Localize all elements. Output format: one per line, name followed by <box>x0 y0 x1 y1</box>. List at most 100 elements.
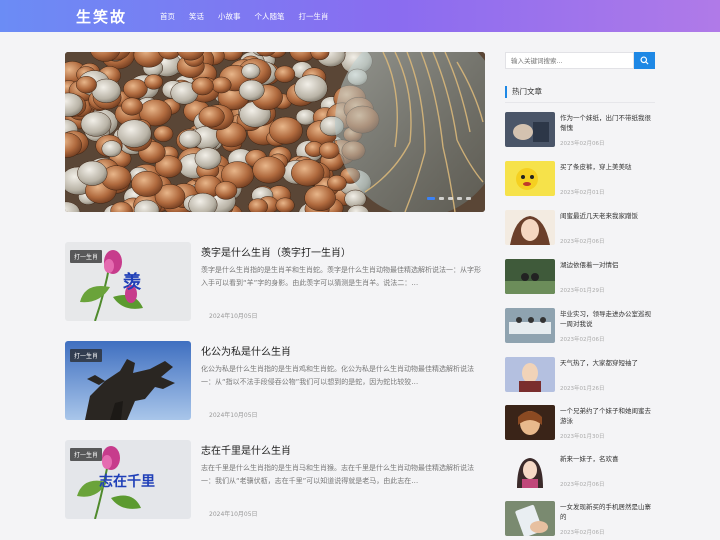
hot-article-date: 2023年02月06日 <box>560 141 605 147</box>
nav-essays[interactable]: 个人随笔 <box>255 11 285 22</box>
hot-article-thumbnail[interactable] <box>505 308 555 343</box>
hot-article-title[interactable]: 买了条皮裤，穿上美美哒 <box>560 162 656 172</box>
hot-articles-heading: 热门文章 <box>505 86 542 98</box>
nav-stories[interactable]: 小故事 <box>218 11 241 22</box>
category-tag[interactable]: 打一生肖 <box>70 250 103 263</box>
coin-shape <box>121 97 143 116</box>
coin-shape <box>144 74 164 90</box>
article-thumbnail[interactable]: 志在千里 打一生肖 <box>65 440 191 519</box>
article-excerpt: 羡字是什么生肖指的是生肖羊和生肖蛇。羡字是什么生肖动物最佳精选解析说法一：从字形… <box>201 266 481 287</box>
coin-shape <box>241 63 261 80</box>
divider <box>505 102 655 103</box>
hot-thumb-image <box>505 112 555 147</box>
hot-article-thumbnail[interactable] <box>505 357 555 392</box>
carousel-dots <box>427 197 471 200</box>
hot-thumb-image <box>505 453 555 488</box>
hot-article-title[interactable]: 一个兄弟约了个妹子和她闺蜜去游泳 <box>560 406 656 426</box>
hot-article-date: 2023年02月01日 <box>560 190 605 196</box>
hot-article-date: 2023年01月30日 <box>560 434 605 440</box>
nav-jokes[interactable]: 笑话 <box>189 11 204 22</box>
coin-shape <box>191 76 214 96</box>
hot-article-title[interactable]: 新来一妹子，名欢喜 <box>560 454 656 464</box>
article-title[interactable]: 志在千里是什么生肖 <box>201 442 291 457</box>
hot-article-title[interactable]: 天气热了，大家都穿短袖了 <box>560 358 656 368</box>
hot-article-thumbnail[interactable] <box>505 210 555 245</box>
coin-shape <box>211 76 232 94</box>
article-item[interactable]: 羡 打一生肖 羡字是什么生肖（羡字打一生肖） 羡字是什么生肖指的是生肖羊和生肖蛇… <box>65 242 485 322</box>
hot-thumb-image <box>505 259 555 294</box>
category-tag[interactable]: 打一生肖 <box>70 349 103 362</box>
hot-article-date: 2023年01月26日 <box>560 386 605 392</box>
coin-shape <box>291 159 325 187</box>
hot-thumb-image <box>505 405 555 440</box>
hot-article-thumbnail[interactable] <box>505 112 555 147</box>
search-button[interactable] <box>634 52 655 69</box>
hot-article-item[interactable]: 湖边依偎着一对情侣 2023年01月29日 <box>505 259 655 295</box>
coin-shape <box>75 76 97 94</box>
hot-article-item[interactable]: 一女发现新买的手机居然是山寨的 2023年02月06日 <box>505 501 655 537</box>
hot-article-item[interactable]: 闺蜜最近几天老来我家蹭饭 2023年02月06日 <box>505 210 655 246</box>
article-item[interactable]: 志在千里 打一生肖 志在千里是什么生肖 志在千里是什么生肖指的是生肖马和生肖猴。… <box>65 440 485 520</box>
coin-shape <box>275 197 295 212</box>
coin-shape <box>178 129 202 149</box>
article-excerpt: 化公为私是什么生肖指的是生肖鸡和生肖蛇。化公为私是什么生肖动物最佳精选解析说法一… <box>201 365 474 386</box>
hot-article-date: 2023年01月29日 <box>560 288 605 294</box>
hot-article-title[interactable]: 闺蜜最近几天老来我家蹭饭 <box>560 211 656 221</box>
article-excerpt: 志在千里是什么生肖指的是生肖马和生肖猴。志在千里是什么生肖动物最佳精选解析说法一… <box>201 464 474 485</box>
hot-article-title[interactable]: 一女发现新买的手机居然是山寨的 <box>560 502 656 522</box>
hot-article-thumbnail[interactable] <box>505 259 555 294</box>
carousel-dot[interactable] <box>466 197 471 200</box>
search-box <box>505 52 655 69</box>
coin-shape <box>101 140 122 158</box>
carousel-dot[interactable] <box>439 197 444 200</box>
hot-article-item[interactable]: 毕业实习，领导走进办公室巡视一周对我说 2023年02月06日 <box>505 308 655 344</box>
hot-article-item[interactable]: 作为一个妹纸，出门不带纸我很惭愧 2023年02月06日 <box>505 112 655 148</box>
hot-article-title[interactable]: 作为一个妹纸，出门不带纸我很惭愧 <box>560 113 656 133</box>
coin-shape <box>214 181 238 200</box>
banner-carousel[interactable] <box>65 52 485 212</box>
coin-shape <box>123 78 148 99</box>
coin-shape <box>274 65 296 83</box>
nav-zodiac[interactable]: 打一生肖 <box>299 11 329 22</box>
coin-shape <box>198 105 225 128</box>
hot-article-item[interactable]: 买了条皮裤，穿上美美哒 2023年02月01日 <box>505 161 655 197</box>
hot-article-item[interactable]: 新来一妹子，名欢喜 2023年02月06日 <box>505 453 655 489</box>
article-item[interactable]: 打一生肖 化公为私是什么生肖 化公为私是什么生肖指的是生肖鸡和生肖蛇。化公为私是… <box>65 341 485 421</box>
hot-thumb-image <box>505 501 555 536</box>
article-title[interactable]: 化公为私是什么生肖 <box>201 343 291 358</box>
search-icon <box>640 56 649 65</box>
coin-shape <box>194 147 222 170</box>
article-thumbnail[interactable]: 打一生肖 <box>65 341 191 420</box>
hot-article-date: 2023年02月06日 <box>560 239 605 245</box>
carousel-dot[interactable] <box>448 197 453 200</box>
hot-article-item[interactable]: 一个兄弟约了个妹子和她闺蜜去游泳 2023年01月30日 <box>505 405 655 441</box>
category-tag[interactable]: 打一生肖 <box>70 448 103 461</box>
hot-thumb-image <box>505 357 555 392</box>
hot-article-thumbnail[interactable] <box>505 453 555 488</box>
svg-text:志在千里: 志在千里 <box>99 473 155 490</box>
site-header: 生笑故 首页 笑话 小故事 个人随笔 打一生肖 <box>0 0 720 32</box>
search-input[interactable] <box>505 52 634 69</box>
svg-text:羡: 羡 <box>123 271 142 293</box>
hot-article-thumbnail[interactable] <box>505 161 555 196</box>
hot-article-thumbnail[interactable] <box>505 501 555 536</box>
coin-shape <box>77 160 108 186</box>
article-title[interactable]: 羡字是什么生肖（羡字打一生肖） <box>201 244 351 259</box>
coin-shape <box>117 119 152 148</box>
coin-shape <box>80 111 112 137</box>
carousel-dot[interactable] <box>457 197 462 200</box>
coin-shape <box>294 74 328 103</box>
article-date: 2024年10月05日 <box>209 412 258 419</box>
hot-article-item[interactable]: 天气热了，大家都穿短袖了 2023年01月26日 <box>505 357 655 393</box>
nav-home[interactable]: 首页 <box>160 11 175 22</box>
hot-article-title[interactable]: 湖边依偎着一对情侣 <box>560 260 656 270</box>
coin-shape <box>131 170 163 197</box>
hot-article-date: 2023年02月06日 <box>560 530 605 536</box>
hot-article-title[interactable]: 毕业实习，领导走进办公室巡视一周对我说 <box>560 309 656 329</box>
article-thumbnail[interactable]: 羡 打一生肖 <box>65 242 191 321</box>
main-nav: 首页 笑话 小故事 个人随笔 打一生肖 <box>160 0 343 32</box>
coin-shape <box>269 116 303 145</box>
carousel-dot[interactable] <box>427 197 435 200</box>
site-logo[interactable]: 生笑故 <box>76 6 127 27</box>
hot-article-thumbnail[interactable] <box>505 405 555 440</box>
